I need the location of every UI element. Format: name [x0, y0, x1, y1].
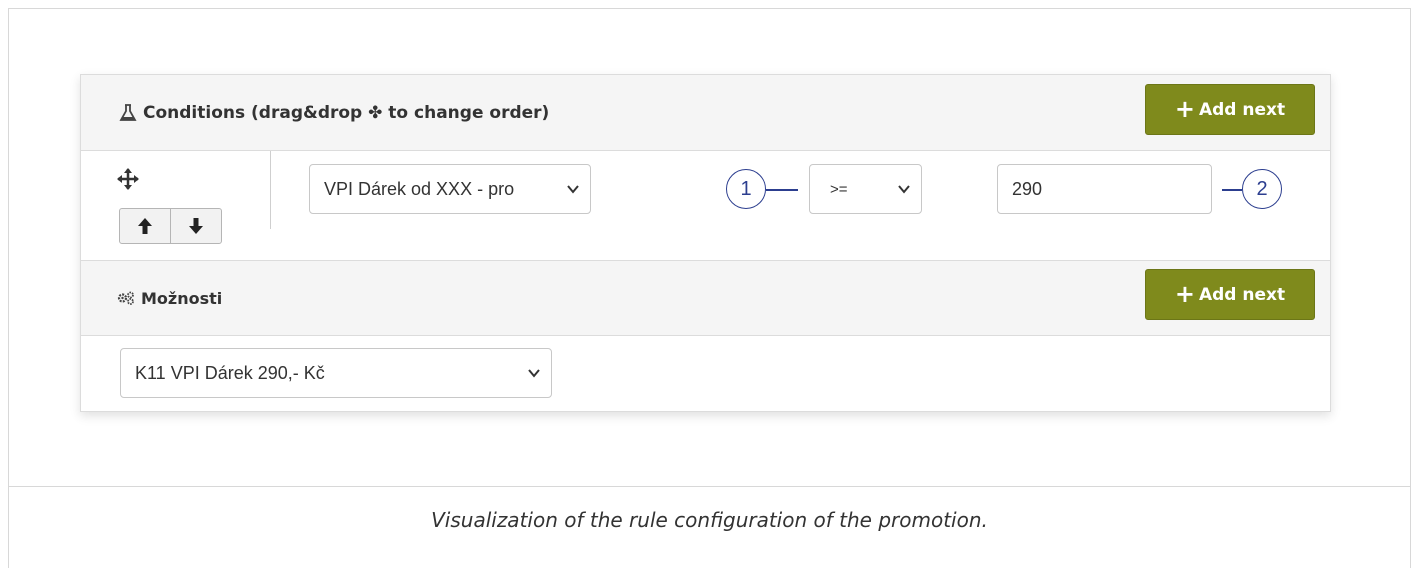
operator-select-value: >=	[830, 180, 848, 198]
conditions-add-next-button[interactable]: + Add next	[1145, 84, 1315, 135]
cogs-icon	[117, 291, 134, 305]
callout-marker-1: 1	[726, 169, 766, 209]
product-select-value: VPI Dárek od XXX - pro	[324, 178, 515, 199]
chevron-down-icon	[567, 185, 579, 194]
plus-icon: +	[1174, 94, 1195, 123]
rule-panel: Conditions (drag&drop ✤ to change order)…	[80, 74, 1331, 412]
move-down-button[interactable]	[170, 209, 221, 243]
condition-row: VPI Dárek od XXX - pro 1 >= 2	[81, 151, 1330, 260]
plus-icon: +	[1174, 279, 1195, 308]
move-icon[interactable]	[117, 168, 139, 190]
chevron-down-icon	[528, 369, 540, 378]
flask-icon	[119, 103, 137, 121]
figure-divider	[8, 486, 1411, 487]
add-next-label: Add next	[1198, 284, 1286, 305]
row-separator	[270, 151, 271, 229]
option-select[interactable]: K11 VPI Dárek 290,- Kč	[120, 348, 552, 398]
conditions-header: Conditions (drag&drop ✤ to change order)…	[81, 75, 1330, 151]
conditions-title: Conditions (drag&drop ✤ to change order)	[119, 75, 549, 150]
callout-marker-2: 2	[1242, 169, 1282, 209]
options-header: Možnosti + Add next	[81, 260, 1330, 336]
operator-select[interactable]: >=	[809, 164, 922, 214]
conditions-title-text: Conditions (drag&drop ✤ to change order)	[143, 102, 550, 123]
options-add-next-button[interactable]: + Add next	[1145, 269, 1315, 320]
arrow-up-icon	[138, 218, 152, 234]
callout-leader-2	[1222, 189, 1242, 191]
callout-marker-2-label: 2	[1256, 177, 1268, 200]
product-select[interactable]: VPI Dárek od XXX - pro	[309, 164, 591, 214]
callout-marker-1-label: 1	[740, 177, 752, 200]
figure-caption: Visualization of the rule configuration …	[431, 508, 988, 532]
amount-input[interactable]	[997, 164, 1212, 214]
add-next-label: Add next	[1198, 99, 1286, 120]
chevron-down-icon	[898, 185, 910, 194]
callout-leader-1	[766, 189, 798, 191]
options-title-text: Možnosti	[141, 288, 223, 308]
option-select-value: K11 VPI Dárek 290,- Kč	[135, 362, 325, 383]
arrow-down-icon	[189, 218, 203, 234]
reorder-buttons	[119, 208, 222, 244]
move-up-button[interactable]	[120, 209, 170, 243]
options-title: Možnosti	[117, 261, 222, 335]
